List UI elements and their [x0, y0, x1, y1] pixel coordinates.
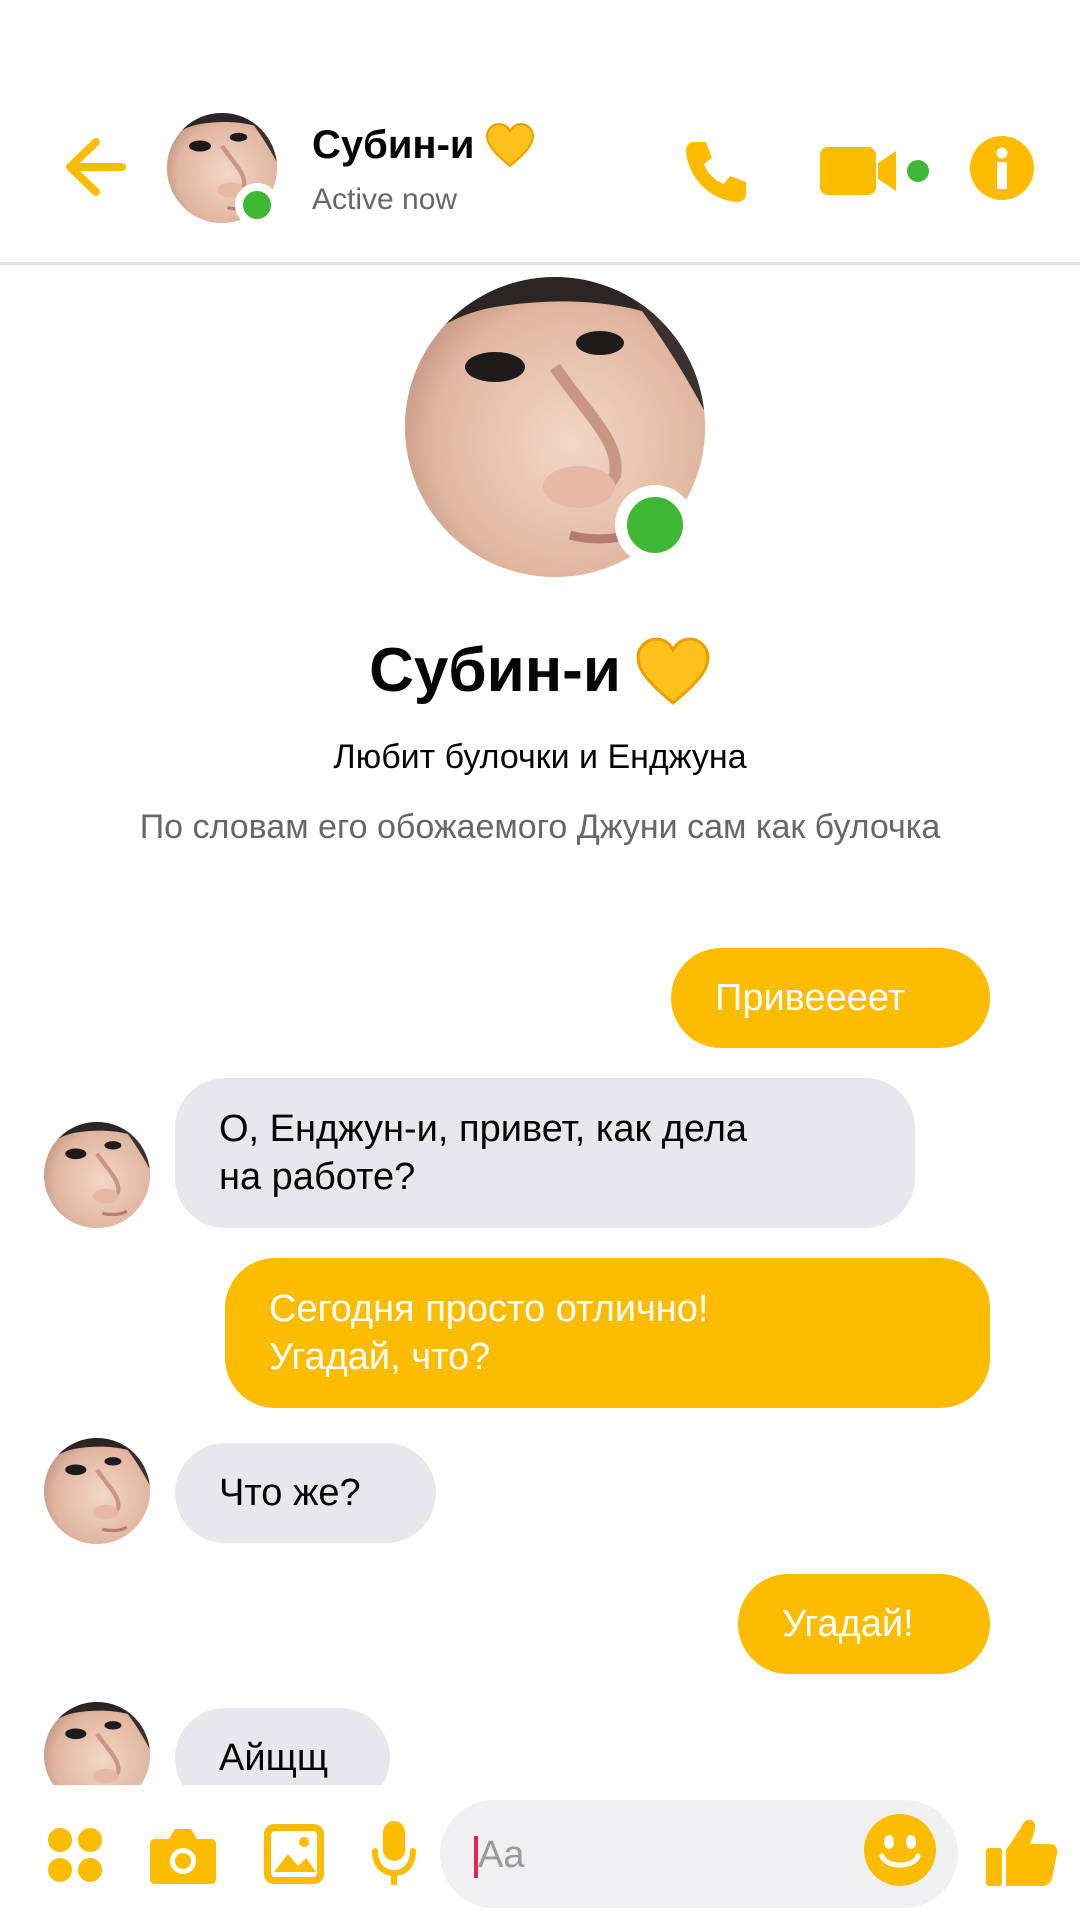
- chat-header: Субин-и Active now: [0, 0, 1080, 265]
- video-camera-icon: [820, 147, 929, 195]
- profile-online-indicator: [615, 485, 695, 565]
- back-button[interactable]: [58, 130, 132, 204]
- message-text-line: Сегодня просто отлично!: [269, 1288, 709, 1330]
- message-incoming[interactable]: О, Енджун-и, привет, как дела на работе?: [175, 1078, 915, 1228]
- phone-icon: [686, 142, 746, 202]
- header-avatar[interactable]: [167, 113, 279, 227]
- message-outgoing[interactable]: Привеееет: [671, 948, 990, 1048]
- video-call-button[interactable]: [818, 138, 938, 204]
- message-text-line: О, Енджун-и, привет, как дела: [219, 1108, 748, 1150]
- camera-icon: [150, 1829, 216, 1884]
- message-outgoing[interactable]: Сегодня просто отлично! Угадай, что?: [225, 1258, 990, 1408]
- contact-name-text: Субин-и: [312, 122, 475, 167]
- apps-grid-icon: [48, 1828, 102, 1882]
- yellow-heart-icon: [485, 122, 534, 168]
- emoji-icon: [864, 1814, 936, 1886]
- message-outgoing[interactable]: Угадай!: [738, 1574, 990, 1674]
- message-avatar[interactable]: [44, 1702, 150, 1785]
- voice-call-button[interactable]: [676, 132, 756, 212]
- avatar-photo: [44, 1438, 150, 1544]
- info-icon: [970, 136, 1034, 200]
- back-arrow-icon: [66, 138, 126, 196]
- gallery-icon: [264, 1824, 324, 1884]
- message-text: Что же?: [219, 1472, 361, 1514]
- conversation-info-button[interactable]: [968, 134, 1036, 202]
- message-text: Привеееет: [715, 977, 906, 1019]
- profile-avatar[interactable]: [405, 277, 705, 577]
- message-avatar[interactable]: [44, 1438, 150, 1544]
- profile-name: Субин-и: [0, 635, 1080, 706]
- message-text-line: на работе?: [219, 1156, 416, 1198]
- profile-about: По словам его обожаемого Джуни сам как б…: [139, 808, 941, 846]
- message-text: Угадай!: [782, 1603, 914, 1645]
- message-text: Айщщ: [219, 1737, 329, 1779]
- message-incoming[interactable]: Айщщ: [175, 1708, 390, 1785]
- profile-name-text: Субин-и: [369, 636, 621, 705]
- message-text-line: Угадай, что?: [269, 1336, 491, 1378]
- like-button[interactable]: [982, 1812, 1062, 1892]
- online-indicator: [235, 183, 279, 227]
- gallery-button[interactable]: [260, 1820, 328, 1888]
- avatar-photo: [44, 1122, 150, 1228]
- message-clip: Айщщ: [175, 1708, 390, 1785]
- camera-button[interactable]: [148, 1820, 218, 1890]
- profile-bio: Любит булочки и Енджуна: [333, 738, 747, 776]
- avatar-photo: [44, 1702, 150, 1785]
- yellow-heart-icon: [636, 637, 710, 705]
- message-incoming[interactable]: Что же?: [175, 1443, 436, 1543]
- thumbs-up-icon: [986, 1819, 1058, 1886]
- contact-name[interactable]: Субин-и: [312, 122, 535, 168]
- more-actions-button[interactable]: [44, 1824, 106, 1886]
- emoji-button[interactable]: [862, 1812, 938, 1888]
- message-avatar[interactable]: [44, 1122, 150, 1228]
- message-input-placeholder: Aa: [478, 1834, 525, 1876]
- active-status: Active now: [312, 183, 458, 216]
- microphone-icon: [372, 1821, 416, 1885]
- voice-message-button[interactable]: [368, 1818, 420, 1890]
